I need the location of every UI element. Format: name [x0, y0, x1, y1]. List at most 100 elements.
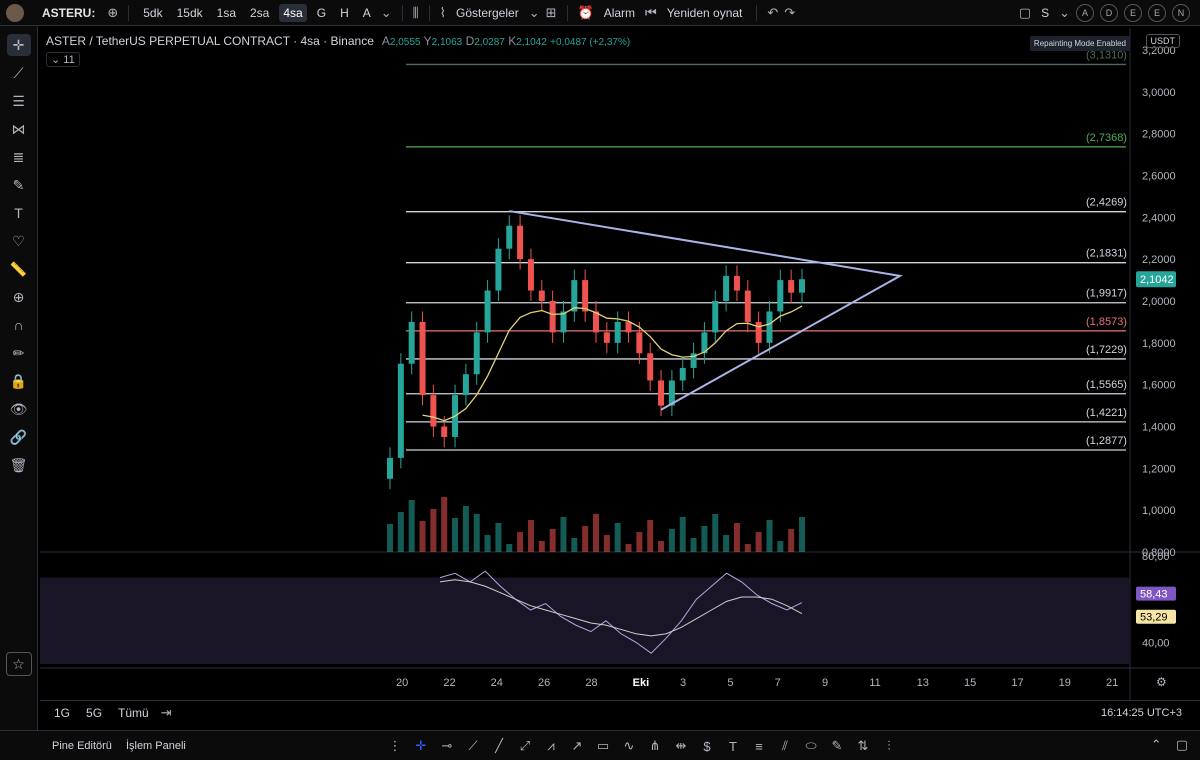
clock[interactable]: 16:14:25 UTC+3 — [1101, 707, 1182, 719]
chart-area[interactable]: 3,2000 3,0000 2,8000 2,6000 2,4000 2,2000 2,00… — [40, 28, 1200, 730]
layout-icon[interactable]: ▢ — [1019, 5, 1031, 21]
candle-body — [658, 380, 665, 406]
bars-pattern-icon[interactable]: ⫶ — [878, 735, 900, 757]
zigzag-icon[interactable]: ⩘ — [540, 735, 562, 757]
rectangle-icon[interactable]: ▭ — [592, 735, 614, 757]
curve-icon[interactable]: ∿ — [618, 735, 640, 757]
candle-body — [387, 457, 393, 479]
range-1g[interactable]: 1G — [50, 704, 74, 722]
currency-selector[interactable]: USDT — [1145, 34, 1180, 48]
level-label: (1,9917) — [1086, 288, 1127, 300]
pattern-icon[interactable]: ⋈ — [7, 118, 31, 140]
redo-icon[interactable]: ↷ — [784, 5, 795, 21]
ellipse-icon[interactable]: ⬭ — [800, 735, 822, 757]
candle-body — [571, 280, 578, 312]
interval-2sa[interactable]: 2sa — [246, 4, 273, 22]
magnet-icon[interactable]: ∩ — [7, 314, 31, 336]
range-5g[interactable]: 5G — [82, 704, 106, 722]
trend-line-icon[interactable]: ⟋ — [7, 62, 31, 84]
arrow-icon[interactable]: ↗ — [566, 735, 588, 757]
level-label: (1,5565) — [1086, 379, 1127, 391]
lock-draw-icon[interactable]: ✏ — [7, 342, 31, 364]
candle-body — [723, 275, 730, 301]
replay-icon[interactable]: ⏮ — [645, 5, 657, 21]
time-tick-label: 3 — [680, 677, 686, 689]
replay-button[interactable]: Yeniden oynat — [663, 4, 747, 22]
interval-4sa[interactable]: 4sa — [279, 3, 307, 22]
candles-icon[interactable]: ⫼ — [413, 5, 419, 21]
undo-icon[interactable]: ↶ — [767, 5, 778, 21]
chevron-down-icon[interactable]: ⌄ — [1059, 5, 1070, 21]
brush-icon[interactable]: ✎ — [826, 735, 848, 757]
trash-icon[interactable]: 🗑 — [7, 454, 31, 476]
zoom-icon[interactable]: ⊕ — [7, 286, 31, 308]
volume-bar — [571, 538, 578, 552]
fib-icon[interactable]: ≣ — [7, 146, 31, 168]
trend-line-icon[interactable]: ╱ — [488, 735, 510, 757]
account-badge[interactable]: E — [1124, 4, 1142, 22]
long-position-icon[interactable]: ⇅ — [852, 735, 874, 757]
interval-h[interactable]: H — [336, 4, 353, 22]
measure-icon[interactable]: ⇹ — [670, 735, 692, 757]
favorites-icon[interactable]: ☆ — [5, 652, 32, 676]
volume-bar — [582, 526, 589, 552]
horizontal-ray-icon[interactable]: ⊸ — [436, 735, 458, 757]
lock-icon[interactable]: 🔒 — [7, 370, 31, 392]
path-icon[interactable]: ⟋ — [462, 735, 484, 757]
heart-icon[interactable]: ♡ — [7, 230, 31, 252]
tab-pine-editor[interactable]: Pine Editörü — [52, 740, 112, 752]
text-icon[interactable]: T — [722, 735, 744, 757]
account-badge[interactable]: A — [1076, 4, 1094, 22]
indicators-button[interactable]: Göstergeler — [452, 4, 523, 22]
symbol-title[interactable]: ASTER / TetherUS PERPETUAL CONTRACT · 4s… — [46, 34, 374, 48]
interval-a[interactable]: A — [359, 4, 375, 22]
grip-icon[interactable]: ⋮ — [384, 735, 406, 757]
candle-body — [744, 290, 751, 322]
interval-g[interactable]: G — [313, 4, 330, 22]
add-symbol-icon[interactable]: ⊕ — [107, 5, 118, 21]
level-label: (2,4269) — [1086, 197, 1127, 209]
account-badge[interactable]: N — [1172, 4, 1190, 22]
extended-line-icon[interactable]: ⤢ — [514, 735, 536, 757]
divider — [428, 4, 430, 21]
pitchfork-icon[interactable]: ⋔ — [644, 735, 666, 757]
interval-1sa[interactable]: 1sa — [213, 4, 240, 22]
link-icon[interactable]: 🔗 — [7, 426, 31, 448]
price-tick-label: 1,6000 — [1142, 380, 1176, 392]
goto-date-icon[interactable]: ⇥ — [161, 705, 172, 721]
avatar[interactable] — [6, 3, 24, 22]
alarm-icon[interactable]: ⏰ — [578, 5, 594, 21]
chevron-up-icon[interactable]: ⌃ — [1151, 737, 1162, 753]
range-all[interactable]: Tümü — [114, 704, 153, 722]
price-label-icon[interactable]: $ — [696, 735, 718, 757]
account-badge[interactable]: E — [1148, 4, 1166, 22]
candle-body — [506, 225, 513, 249]
indicators-icon[interactable]: ⌇ — [440, 5, 446, 21]
chevron-down-icon[interactable]: ⌄ — [529, 5, 540, 21]
channel-icon[interactable]: ⫽ — [774, 735, 796, 757]
chart-svg[interactable]: 3,20003,00002,80002,60002,40002,20002,00… — [40, 28, 1200, 700]
alarm-button[interactable]: Alarm — [600, 4, 639, 22]
horizontal-lines-icon[interactable]: ☰ — [7, 90, 31, 112]
chevron-down-icon[interactable]: ⌄ — [381, 5, 392, 21]
templates-icon[interactable]: ⊞ — [546, 5, 557, 21]
crosshair-icon[interactable]: ✛ — [410, 735, 432, 757]
tab-trading-panel[interactable]: İşlem Paneli — [126, 740, 186, 752]
text-icon[interactable]: T — [7, 202, 31, 224]
time-tick-label: 7 — [775, 677, 781, 689]
fib-icon[interactable]: ≡ — [748, 735, 770, 757]
square-icon[interactable]: ▢ — [1176, 737, 1188, 753]
volume-bar — [690, 538, 697, 552]
crosshair-icon[interactable]: ✛ — [6, 34, 31, 56]
indicator-count[interactable]: ⌄ 11 — [46, 52, 80, 67]
symbol-search[interactable]: ASTERU: — [42, 6, 95, 20]
account-badge[interactable]: D — [1100, 4, 1118, 22]
level-label: (1,4221) — [1086, 407, 1127, 419]
interval-5dk[interactable]: 5dk — [139, 4, 166, 22]
ruler-icon[interactable]: 📏 — [7, 258, 31, 280]
layout-name[interactable]: S — [1037, 4, 1053, 22]
brush-icon[interactable]: ✎ — [7, 174, 31, 196]
volume-bar — [614, 523, 621, 552]
interval-15dk[interactable]: 15dk — [173, 4, 207, 22]
eye-icon[interactable]: 👁 — [7, 398, 31, 420]
